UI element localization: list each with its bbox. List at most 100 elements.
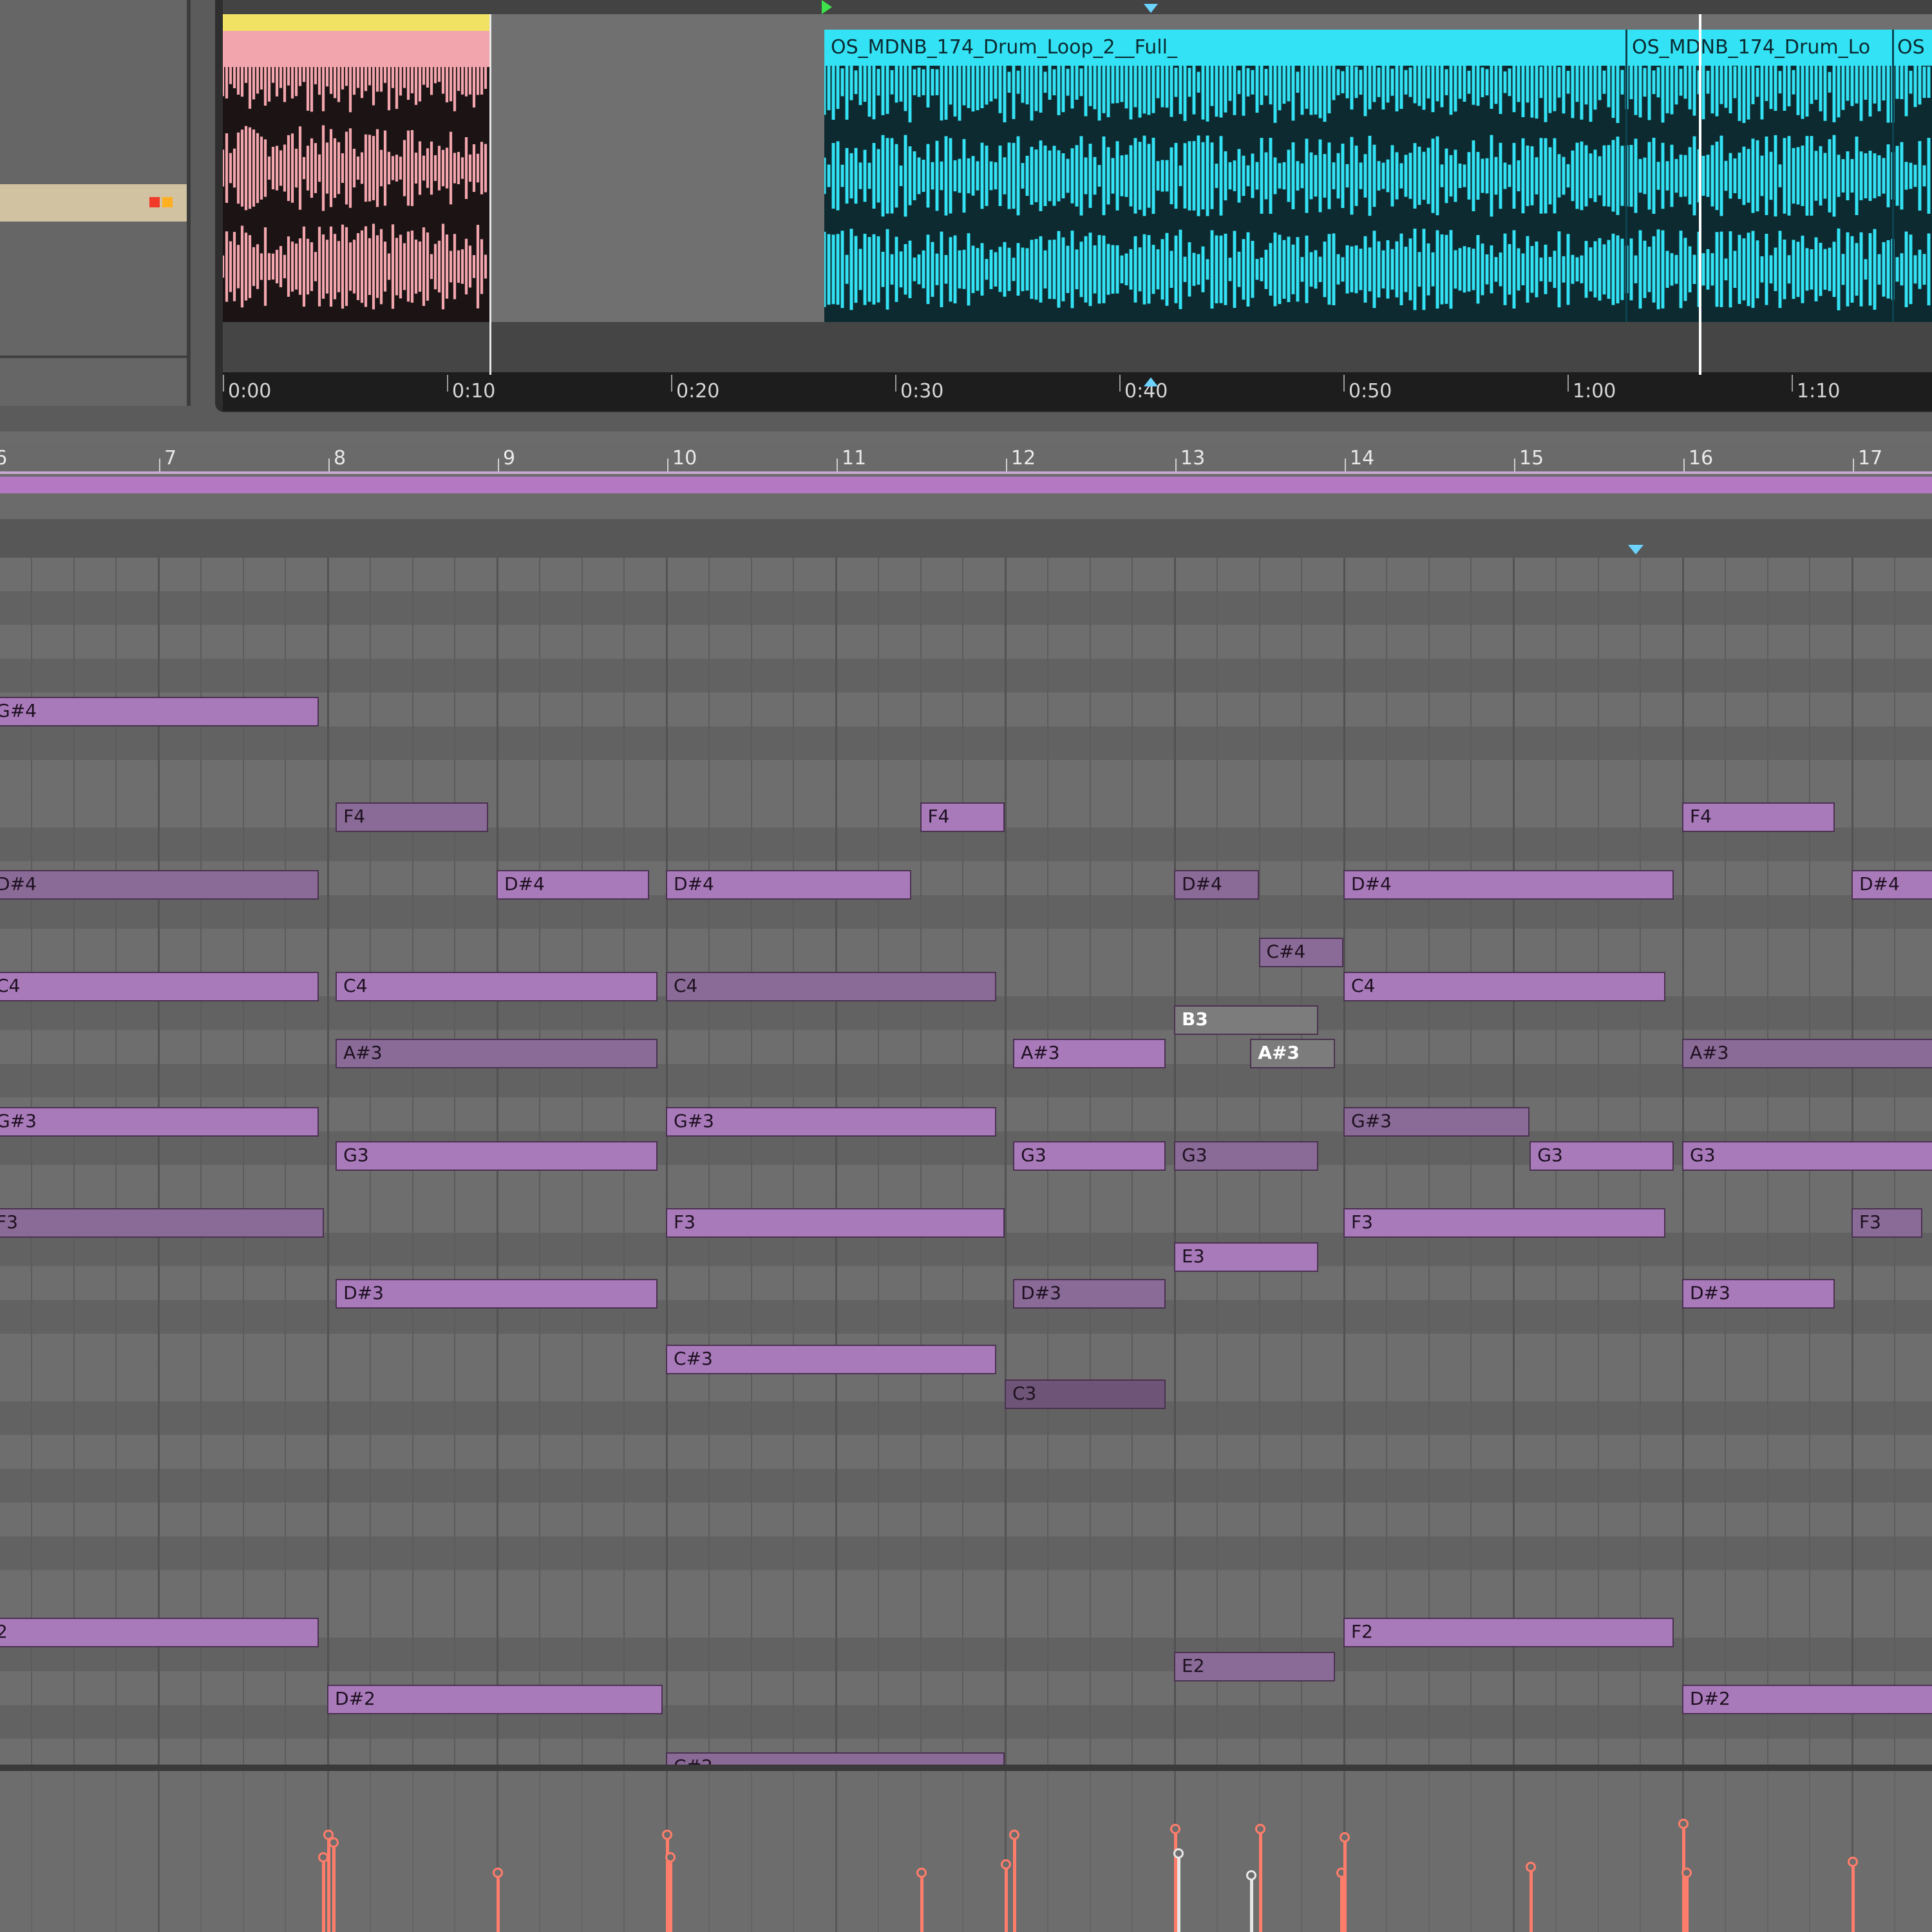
velocity-stem[interactable] <box>666 1835 669 1932</box>
playhead[interactable] <box>1699 14 1701 375</box>
midi-note[interactable]: D#4 <box>1343 870 1674 900</box>
start-marker-icon[interactable] <box>822 0 832 14</box>
midi-note[interactable]: A#3 <box>1013 1039 1166 1068</box>
velocity-stem[interactable] <box>920 1873 923 1932</box>
velocity-stem[interactable] <box>1250 1875 1254 1932</box>
velocity-stem[interactable] <box>332 1842 336 1932</box>
midi-note[interactable]: D#3 <box>1682 1279 1835 1309</box>
drum-loop-clip[interactable] <box>824 30 1932 322</box>
pitch-lane[interactable] <box>0 1671 1932 1705</box>
velocity-handle[interactable] <box>1340 1832 1350 1842</box>
midi-note[interactable]: G3 <box>1530 1141 1674 1171</box>
pitch-lane[interactable] <box>0 1300 1932 1334</box>
midi-note[interactable]: G3 <box>336 1141 658 1171</box>
midi-note[interactable]: D#4 <box>1174 870 1259 900</box>
clip-end-marker-icon[interactable] <box>1628 545 1643 554</box>
velocity-stem[interactable] <box>669 1857 673 1932</box>
midi-note[interactable]: 2 <box>0 1618 319 1647</box>
midi-note[interactable]: D#4 <box>0 870 319 900</box>
cue-marker-icon[interactable] <box>1144 377 1158 386</box>
velocity-handle[interactable] <box>1170 1824 1180 1834</box>
pitch-lane[interactable] <box>0 1468 1932 1502</box>
pitch-lane[interactable] <box>0 1705 1932 1739</box>
midi-note[interactable]: F3 <box>666 1208 1005 1238</box>
velocity-stem[interactable] <box>1177 1853 1181 1932</box>
velocity-stem[interactable] <box>1340 1873 1343 1932</box>
bar-ruler[interactable] <box>0 444 1932 474</box>
pitch-lane[interactable] <box>0 591 1932 625</box>
pitch-lane[interactable] <box>0 1502 1932 1537</box>
midi-note[interactable]: G#3 <box>0 1107 319 1137</box>
midi-note[interactable]: F4 <box>920 802 1005 832</box>
midi-note[interactable]: G3 <box>1682 1141 1932 1171</box>
midi-note[interactable]: G#3 <box>666 1107 996 1137</box>
velocity-lane[interactable] <box>0 1771 1932 1932</box>
velocity-handle[interactable] <box>1848 1857 1858 1867</box>
pitch-lane[interactable] <box>0 1064 1932 1097</box>
pitch-lane[interactable] <box>0 659 1932 693</box>
midi-note[interactable]: D#2 <box>1682 1685 1932 1714</box>
velocity-stem[interactable] <box>497 1873 500 1932</box>
midi-note[interactable]: A#3 <box>1250 1039 1335 1068</box>
midi-note[interactable]: E2 <box>1174 1652 1335 1681</box>
pitch-lane[interactable] <box>0 895 1932 929</box>
pitch-lane[interactable] <box>0 1266 1932 1300</box>
midi-note[interactable]: E3 <box>1174 1242 1318 1272</box>
midi-note[interactable]: F3 <box>0 1208 324 1238</box>
locator-marker-icon[interactable] <box>1144 4 1158 13</box>
pink-clip-title-bar[interactable] <box>223 31 489 67</box>
midi-note[interactable]: C4 <box>0 972 319 1001</box>
pitch-lane[interactable] <box>0 828 1932 862</box>
midi-note[interactable]: B3 <box>1174 1005 1318 1035</box>
velocity-stem[interactable] <box>1685 1873 1689 1932</box>
midi-note[interactable]: G#4 <box>0 697 319 726</box>
midi-note[interactable]: C4 <box>1343 972 1665 1001</box>
velocity-stem[interactable] <box>1258 1829 1262 1932</box>
midi-note[interactable]: D#3 <box>336 1279 658 1309</box>
velocity-handle[interactable] <box>1678 1819 1689 1829</box>
pitch-lane[interactable] <box>0 1536 1932 1570</box>
pitch-lane[interactable] <box>0 1570 1932 1604</box>
pitch-lane[interactable] <box>0 1030 1932 1064</box>
midi-note[interactable]: A#3 <box>336 1039 658 1068</box>
pitch-lane[interactable] <box>0 760 1932 794</box>
midi-note[interactable]: C#4 <box>1258 938 1343 967</box>
velocity-stem[interactable] <box>1682 1824 1685 1932</box>
velocity-stem[interactable] <box>1013 1835 1017 1932</box>
midi-note[interactable]: G3 <box>1174 1141 1318 1171</box>
pitch-lane[interactable] <box>0 625 1932 659</box>
midi-note[interactable]: G3 <box>1013 1141 1166 1171</box>
pitch-lane[interactable] <box>0 1401 1932 1435</box>
pitch-lane[interactable] <box>0 929 1932 963</box>
velocity-separator[interactable] <box>0 1765 1932 1771</box>
velocity-handle[interactable] <box>916 1868 927 1878</box>
midi-note[interactable]: F4 <box>336 802 488 832</box>
velocity-stem[interactable] <box>1174 1829 1177 1932</box>
midi-note[interactable]: F3 <box>1852 1208 1923 1238</box>
midi-note[interactable]: C3 <box>1005 1379 1166 1409</box>
velocity-handle[interactable] <box>662 1830 672 1840</box>
midi-note[interactable]: G#3 <box>1343 1107 1530 1137</box>
midi-note[interactable]: F3 <box>1343 1208 1665 1238</box>
midi-note[interactable]: C4 <box>336 972 658 1001</box>
pink-clip-header[interactable] <box>223 14 489 31</box>
velocity-handle[interactable] <box>1255 1824 1265 1834</box>
midi-note[interactable]: C#3 <box>666 1345 996 1374</box>
velocity-handle[interactable] <box>328 1837 339 1848</box>
midi-note[interactable]: D#4 <box>666 870 912 900</box>
midi-note[interactable]: D#4 <box>497 870 649 900</box>
velocity-stem[interactable] <box>1530 1867 1533 1932</box>
loop-brace[interactable] <box>0 477 1932 493</box>
velocity-handle[interactable] <box>493 1868 503 1878</box>
velocity-stem[interactable] <box>1005 1864 1008 1932</box>
velocity-stem[interactable] <box>322 1857 326 1932</box>
arrangement-automation-lane[interactable] <box>223 322 1932 372</box>
pitch-lane[interactable] <box>0 726 1932 760</box>
midi-note[interactable]: D#2 <box>327 1685 663 1714</box>
velocity-stem[interactable] <box>1343 1837 1347 1932</box>
arrangement-loop-bar[interactable] <box>223 0 1932 14</box>
midi-note[interactable]: F4 <box>1682 802 1835 832</box>
pitch-lane[interactable] <box>0 1435 1932 1469</box>
velocity-handle[interactable] <box>1001 1859 1011 1870</box>
velocity-stem[interactable] <box>327 1835 330 1932</box>
